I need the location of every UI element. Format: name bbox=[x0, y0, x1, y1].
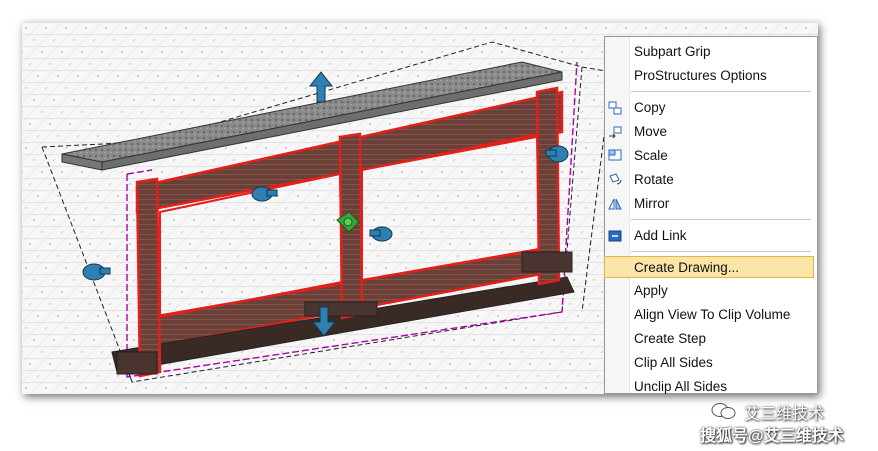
menu-item-label: ProStructures Options bbox=[634, 68, 767, 83]
menu-item-apply[interactable]: Apply bbox=[605, 280, 815, 302]
menu-item-label: Copy bbox=[634, 100, 666, 115]
watermark-title: 艾三维技术 bbox=[744, 406, 825, 423]
menu-item-label: Scale bbox=[634, 148, 668, 163]
menu-item-prostructures-options[interactable]: ProStructures Options bbox=[605, 65, 815, 87]
watermark: 艾三维技术 搜狐号@艾三维技术 bbox=[700, 398, 870, 446]
menu-item-create-step[interactable]: Create Step bbox=[605, 328, 815, 350]
menu-separator bbox=[631, 251, 811, 252]
menu-item-label: Create Drawing... bbox=[634, 260, 740, 275]
menu-item-label: Move bbox=[634, 124, 668, 139]
menu-item-move[interactable]: Move bbox=[605, 121, 815, 143]
menu-item-rotate[interactable]: Rotate bbox=[605, 169, 815, 191]
link-icon bbox=[608, 230, 622, 242]
menu-item-label: Align View To Clip Volume bbox=[634, 307, 791, 322]
menu-item-copy[interactable]: Copy bbox=[605, 97, 815, 119]
menu-separator bbox=[631, 91, 811, 92]
menu-item-label: Create Step bbox=[634, 331, 707, 346]
menu-item-mirror[interactable]: Mirror bbox=[605, 193, 815, 215]
menu-item-scale[interactable]: Scale bbox=[605, 145, 815, 167]
menu-item-label: Rotate bbox=[634, 172, 674, 187]
menu-item-align-view[interactable]: Align View To Clip Volume bbox=[605, 304, 815, 326]
context-menu: Subpart Grip ProStructures Options Copy … bbox=[604, 36, 818, 394]
watermark-source: 搜狐号@艾三维技术 bbox=[700, 428, 844, 445]
mirror-icon bbox=[608, 198, 622, 210]
menu-item-label: Unclip All Sides bbox=[634, 379, 728, 394]
menu-item-label: Add Link bbox=[634, 228, 687, 243]
menu-item-label: Mirror bbox=[634, 196, 670, 211]
menu-item-label: Subpart Grip bbox=[634, 44, 711, 59]
menu-item-label: Apply bbox=[634, 283, 668, 298]
menu-item-subpart-grip[interactable]: Subpart Grip bbox=[605, 41, 815, 63]
menu-item-label: Clip All Sides bbox=[634, 355, 713, 370]
move-icon bbox=[609, 126, 622, 139]
copy-icon bbox=[608, 101, 622, 115]
menu-item-add-link[interactable]: Add Link bbox=[605, 225, 815, 247]
screenshot-frame: Subpart Grip ProStructures Options Copy … bbox=[22, 22, 818, 394]
menu-item-clip-all-sides[interactable]: Clip All Sides bbox=[605, 352, 815, 374]
menu-item-unclip-all-sides[interactable]: Unclip All Sides bbox=[605, 376, 815, 394]
menu-item-create-drawing[interactable]: Create Drawing... bbox=[604, 256, 814, 278]
rotate-icon bbox=[609, 173, 622, 185]
wechat-icon bbox=[711, 403, 736, 419]
scale-icon bbox=[608, 149, 622, 161]
menu-separator bbox=[631, 219, 811, 220]
